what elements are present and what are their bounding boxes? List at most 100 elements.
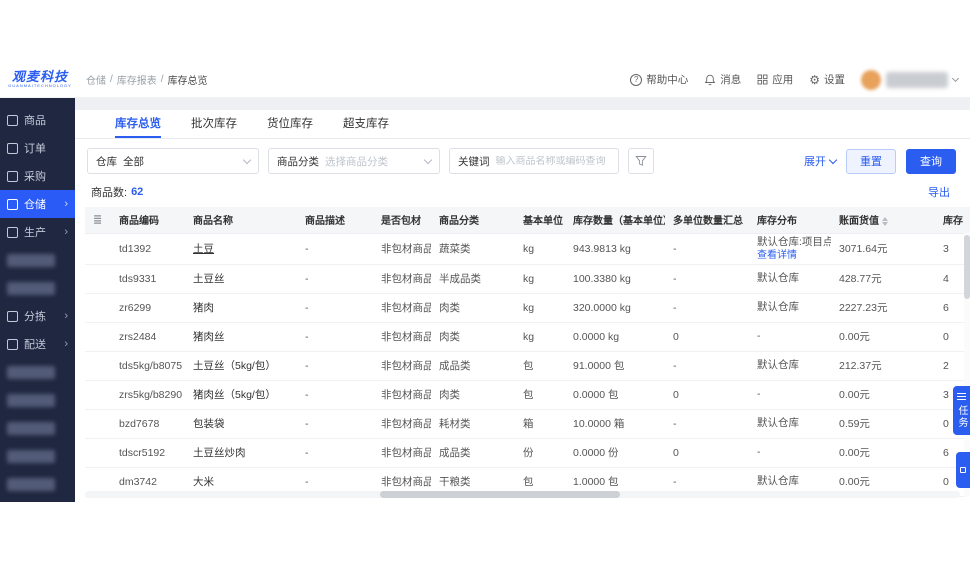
product-name-link[interactable]: 猪肉丝 <box>193 331 225 343</box>
sidebar-item-5[interactable]: › <box>0 246 75 274</box>
col-header-stock-qty: 库存数量（基本单位） <box>565 207 665 234</box>
table-row[interactable]: zr6299 猪肉 - 非包材商品 肉类 kg 320.0000 kg - 默认… <box>85 293 970 323</box>
sidebar-item-11[interactable]: › <box>0 414 75 442</box>
base-unit-cell: 包 <box>515 351 565 381</box>
tab-3[interactable]: 超支库存 <box>343 110 389 138</box>
book-value-cell: 2227.23元 <box>831 293 935 323</box>
breadcrumb-item[interactable]: 仓储 <box>86 72 106 87</box>
product-name-link[interactable]: 猪肉 <box>193 302 214 314</box>
col-header-category: 商品分类 <box>431 207 515 234</box>
product-name-link[interactable]: 土豆丝 <box>193 273 225 285</box>
breadcrumb-item[interactable]: 库存报表 <box>117 72 157 87</box>
stock-qty-cell: 10.0000 箱 <box>565 409 665 439</box>
redacted-label <box>7 477 55 491</box>
table-row[interactable]: td1392 土豆 - 非包材商品 蔬菜类 kg 943.9813 kg - 默… <box>85 233 970 265</box>
sidebar-item-0[interactable]: 商品 › <box>0 106 75 134</box>
sidebar-item-4[interactable]: 生产 › <box>0 218 75 246</box>
distribution-text: - <box>757 388 761 400</box>
chevron-right-icon: › <box>64 338 68 350</box>
sidebar-item-10[interactable]: › <box>0 386 75 414</box>
tab-1[interactable]: 批次库存 <box>191 110 237 138</box>
row-leading-cell <box>85 438 111 468</box>
multi-unit-cell: - <box>665 351 749 381</box>
sidebar-item-label: 商品 <box>24 115 46 127</box>
avatar <box>861 69 881 90</box>
col-header-product-name: 商品名称 <box>185 207 297 234</box>
apps-link[interactable]: 应用 <box>757 72 793 87</box>
table-row[interactable]: bzd7678 包装袋 - 非包材商品 耗材类 箱 10.0000 箱 - 默认… <box>85 409 970 439</box>
row-leading-cell <box>85 264 111 294</box>
stock-qty-cell: 0.0000 份 <box>565 438 665 468</box>
sidebar-item-1[interactable]: 订单 › <box>0 134 75 162</box>
product-name-cell: 土豆 <box>185 233 297 265</box>
table-header-row: ≣ 商品编码 商品名称 商品描述 是否包材 商品分类 基本单位 库存数量（基本单… <box>85 207 970 234</box>
horizontal-scrollbar[interactable] <box>85 491 960 498</box>
sort-icon[interactable] <box>882 217 888 227</box>
is-packaging-cell: 非包材商品 <box>373 380 431 410</box>
product-name-link[interactable]: 猪肉丝（5kg/包） <box>193 389 276 401</box>
category-cell: 耗材类 <box>431 409 515 439</box>
breadcrumb-separator: / <box>160 74 164 85</box>
settings-label: 设置 <box>824 74 845 86</box>
chevron-right-icon: › <box>64 310 68 322</box>
reset-button[interactable]: 重置 <box>846 148 896 174</box>
sidebar-item-7[interactable]: 分拣 › <box>0 302 75 330</box>
filter-funnel-button[interactable] <box>628 148 654 174</box>
view-details-link[interactable]: 查看详情 <box>757 249 823 262</box>
sidebar-item-6[interactable]: › <box>0 274 75 302</box>
logo[interactable]: 观麦科技 GUANMAITECHNOLOGY <box>0 69 80 89</box>
description-cell: - <box>297 409 373 439</box>
column-settings-icon[interactable]: ≣ <box>93 214 102 226</box>
sidebar-item-2[interactable]: 采购 › <box>0 162 75 190</box>
tab-2[interactable]: 货位库存 <box>267 110 313 138</box>
category-select[interactable]: 商品分类 选择商品分类 <box>268 148 440 174</box>
product-count-label: 商品数: <box>91 187 128 199</box>
product-name-link[interactable]: 包装袋 <box>193 418 225 430</box>
sidebar-item-12[interactable]: › <box>0 442 75 470</box>
category-cell: 半成品类 <box>431 264 515 294</box>
stock-qty-cell: 943.9813 kg <box>565 233 665 265</box>
horizontal-scrollbar-thumb[interactable] <box>380 491 620 498</box>
table-row[interactable]: tds9331 土豆丝 - 非包材商品 半成品类 kg 100.3380 kg … <box>85 264 970 294</box>
warehouse-select-value: 全部 <box>123 155 144 168</box>
redacted-label <box>7 281 55 295</box>
tab-0[interactable]: 库存总览 <box>115 110 161 138</box>
tab-label: 批次库存 <box>191 118 237 130</box>
product-code-cell: bzd7678 <box>111 409 185 439</box>
col-header-book-value[interactable]: 账面货值 <box>831 207 935 234</box>
multi-unit-cell: 0 <box>665 380 749 410</box>
sidebar-item-8[interactable]: 配送 › <box>0 330 75 358</box>
product-name-link[interactable]: 土豆丝炒肉 <box>193 447 246 459</box>
content-gap <box>75 98 970 110</box>
user-menu[interactable] <box>861 69 960 90</box>
vertical-scrollbar-thumb[interactable] <box>964 235 970 299</box>
warehouse-select[interactable]: 仓库 全部 <box>87 148 259 174</box>
table-row[interactable]: tdscr5192 土豆丝炒肉 - 非包材商品 成品类 份 0.0000 份 0… <box>85 438 970 468</box>
export-link[interactable]: 导出 <box>928 184 950 200</box>
product-name-link[interactable]: 大米 <box>193 476 214 488</box>
breadcrumb-separator: / <box>110 74 113 85</box>
settings-link[interactable]: ⚙ 设置 <box>809 72 845 87</box>
sidebar-item-3[interactable]: 仓储 › <box>0 190 75 218</box>
product-name-cell: 猪肉丝 <box>185 322 297 352</box>
username-redacted <box>886 71 948 88</box>
expand-link[interactable]: 展开 <box>804 153 838 169</box>
table-row[interactable]: zrs2484 猪肉丝 - 非包材商品 肉类 kg 0.0000 kg 0 - … <box>85 322 970 352</box>
product-name-link[interactable]: 土豆丝（5kg/包） <box>193 360 276 372</box>
table-row[interactable]: zrs5kg/b8290 猪肉丝（5kg/包） - 非包材商品 肉类 包 0.0… <box>85 380 970 410</box>
search-button[interactable]: 查询 <box>906 148 956 174</box>
sidebar-item-9[interactable]: › <box>0 358 75 386</box>
keyword-input[interactable] <box>495 155 610 167</box>
task-float-tab[interactable]: 任务 <box>953 386 970 435</box>
table-row[interactable]: tds5kg/b8075 土豆丝（5kg/包） - 非包材商品 成品类 包 91… <box>85 351 970 381</box>
help-center-link[interactable]: ? 帮助中心 <box>630 72 688 87</box>
floating-widget-collapsed[interactable] <box>956 452 970 488</box>
sidebar-item-13[interactable]: › <box>0 470 75 498</box>
book-value-cell: 3071.64元 <box>831 233 935 265</box>
tabbar: 库存总览 批次库存 货位库存 超支库存 <box>75 110 970 139</box>
row-leading-cell <box>85 409 111 439</box>
topbar-actions: ? 帮助中心 消息 应用 ⚙ 设置 <box>630 69 970 90</box>
main-content: 库存总览 批次库存 货位库存 超支库存 仓库 全部 商品分类 选择商品分类 关键词 <box>75 98 970 502</box>
product-name-link[interactable]: 土豆 <box>193 243 214 255</box>
messages-link[interactable]: 消息 <box>704 72 741 87</box>
